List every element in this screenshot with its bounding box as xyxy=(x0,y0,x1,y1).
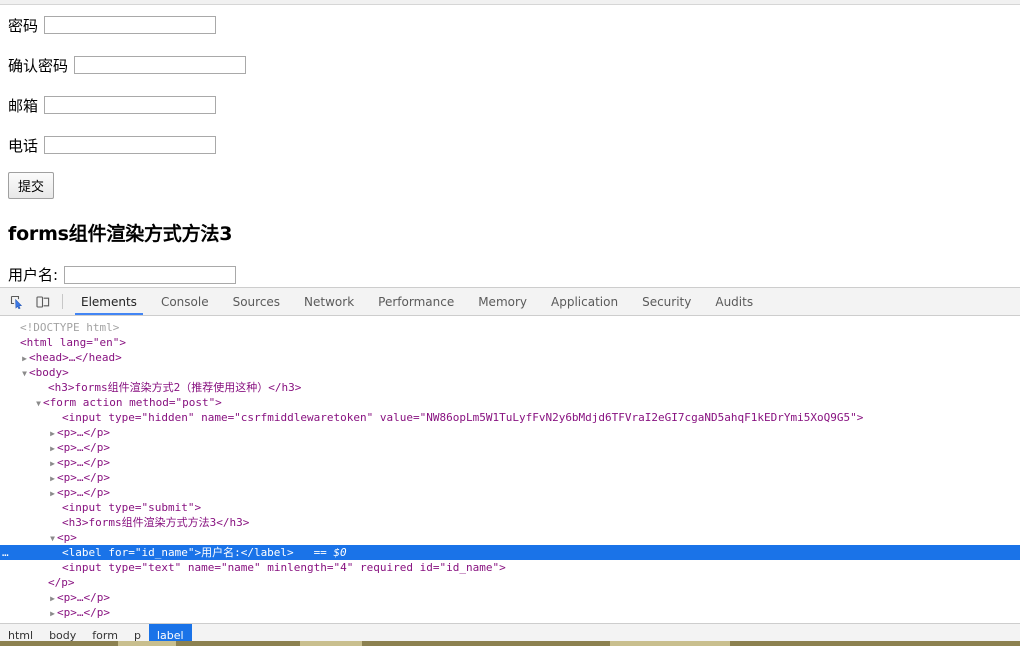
dom-row-p-open[interactable]: ▼ <p> xyxy=(0,530,1020,545)
tab-memory[interactable]: Memory xyxy=(466,288,539,315)
h3-method3-text: <h3>forms组件渲染方式方法3</h3> xyxy=(62,516,250,529)
tab-application[interactable]: Application xyxy=(539,288,630,315)
tab-audits[interactable]: Audits xyxy=(703,288,765,315)
chevron-down-icon[interactable]: ▼ xyxy=(34,396,43,411)
chevron-right-icon[interactable]: ▶ xyxy=(20,351,29,366)
dom-row-p-close[interactable]: </p> xyxy=(0,575,1020,590)
devtools-tab-bar: Elements Console Sources Network Perform… xyxy=(69,288,765,315)
chevron-right-icon[interactable]: ▶ xyxy=(48,456,57,471)
email-field[interactable] xyxy=(44,96,217,114)
label-element-text: <label for="id_name">用户名:</label> xyxy=(62,546,294,559)
dom-row-submit-input[interactable]: <input type="submit"> xyxy=(0,500,1020,515)
dom-row-html-open[interactable]: <html lang="en"> xyxy=(0,335,1020,350)
form-row-email: 邮箱 xyxy=(8,85,1012,125)
os-taskbar-edge xyxy=(0,641,1020,646)
p-close-text: </p> xyxy=(48,576,75,589)
form-open-text: <form action method="post"> xyxy=(43,396,222,409)
dom-row-doctype: <!DOCTYPE html> xyxy=(0,320,1020,335)
submit-row: 提交 xyxy=(8,165,1012,205)
dom-tree-view[interactable]: <!DOCTYPE html> <html lang="en"> ▶ <head>… xyxy=(0,316,1020,623)
form-row-password: 密码 xyxy=(8,5,1012,45)
device-toolbar-icon[interactable] xyxy=(30,288,56,315)
tab-network[interactable]: Network xyxy=(292,288,366,315)
dom-row-p-collapsed[interactable]: ▶ <p>…</p> xyxy=(0,425,1020,440)
chevron-right-icon[interactable]: ▶ xyxy=(48,606,57,621)
chevron-right-icon[interactable]: ▶ xyxy=(48,426,57,441)
dom-row-form-open[interactable]: ▼ <form action method="post"> xyxy=(0,395,1020,410)
dom-row-head[interactable]: ▶ <head>…</head> xyxy=(0,350,1020,365)
selected-node-marker: == $0 xyxy=(313,546,347,559)
dom-row-csrf-input[interactable]: <input type="hidden" name="csrfmiddlewar… xyxy=(0,410,1020,425)
email-label: 邮箱 xyxy=(8,96,39,115)
submit-input-text: <input type="submit"> xyxy=(62,501,202,514)
devtools-toolbar: Elements Console Sources Network Perform… xyxy=(0,288,1020,316)
html-open-text: <html lang="en"> xyxy=(20,336,126,349)
chevron-right-icon[interactable]: ▶ xyxy=(48,591,57,606)
devtools-panel: Elements Console Sources Network Perform… xyxy=(0,287,1020,646)
p-collapsed-text: <p>…</p> xyxy=(57,441,110,454)
dom-row-body-open[interactable]: ▼ <body> xyxy=(0,365,1020,380)
username-field[interactable] xyxy=(64,265,237,284)
dom-row-p-collapsed[interactable]: ▶ <p>…</p> xyxy=(0,455,1020,470)
body-open-text: <body> xyxy=(29,366,69,379)
inspect-element-icon[interactable] xyxy=(4,288,30,315)
rendered-web-page: 密码 确认密码 邮箱 电话 提交 forms组件渲染方式方法3 用户名: xyxy=(0,5,1020,287)
tab-security[interactable]: Security xyxy=(630,288,703,315)
page-heading-method3: forms组件渲染方式方法3 xyxy=(8,223,233,245)
tab-elements[interactable]: Elements xyxy=(69,288,149,315)
submit-button[interactable]: 提交 xyxy=(8,171,55,199)
chevron-down-icon[interactable]: ▼ xyxy=(20,366,29,381)
chevron-right-icon[interactable]: ▶ xyxy=(48,441,57,456)
h3-method2-text: <h3>forms组件渲染方式2（推荐使用这种）</h3> xyxy=(48,381,302,394)
password-field[interactable] xyxy=(44,16,217,34)
p-collapsed-text: <p>…</p> xyxy=(57,591,110,604)
csrf-input-text: <input type="hidden" name="csrfmiddlewar… xyxy=(62,411,864,424)
p-collapsed-text: <p>…</p> xyxy=(57,486,110,499)
dom-row-p-collapsed[interactable]: ▶ <p>…</p> xyxy=(0,590,1020,605)
dom-row-p-collapsed[interactable]: ▶ <p>…</p> xyxy=(0,605,1020,620)
confirm-password-field[interactable] xyxy=(74,56,247,74)
toolbar-divider xyxy=(62,294,63,309)
form-row-phone: 电话 xyxy=(8,125,1012,165)
tab-performance[interactable]: Performance xyxy=(366,288,466,315)
tab-console[interactable]: Console xyxy=(149,288,221,315)
p-open-text: <p> xyxy=(57,531,77,544)
dom-row-h3-method2[interactable]: <h3>forms组件渲染方式2（推荐使用这种）</h3> xyxy=(0,380,1020,395)
confirm-password-label: 确认密码 xyxy=(8,56,69,75)
dom-row-label-selected[interactable]: … <label for="id_name">用户名:</label> == $… xyxy=(0,545,1020,560)
p-collapsed-text: <p>…</p> xyxy=(57,471,110,484)
dom-row-input-name[interactable]: <input type="text" name="name" minlength… xyxy=(0,560,1020,575)
username-label: 用户名: xyxy=(8,266,59,284)
form-row-confirm-password: 确认密码 xyxy=(8,45,1012,85)
p-collapsed-text: <p>…</p> xyxy=(57,456,110,469)
truncation-ellipsis-icon: … xyxy=(2,546,9,559)
phone-field[interactable] xyxy=(44,136,217,154)
p-collapsed-text: <p>…</p> xyxy=(57,426,110,439)
chevron-right-icon[interactable]: ▶ xyxy=(48,471,57,486)
dom-row-h3-method3[interactable]: <h3>forms组件渲染方式方法3</h3> xyxy=(0,515,1020,530)
head-collapsed-text: <head>…</head> xyxy=(29,351,122,364)
password-label: 密码 xyxy=(8,16,39,35)
doctype-text: <!DOCTYPE html> xyxy=(20,321,120,334)
dom-row-p-collapsed[interactable]: ▶ <p>…</p> xyxy=(0,485,1020,500)
form-row-username: 用户名: xyxy=(8,264,1012,285)
phone-label: 电话 xyxy=(8,136,39,155)
dom-row-p-collapsed[interactable]: ▶ <p>…</p> xyxy=(0,440,1020,455)
chevron-right-icon[interactable]: ▶ xyxy=(48,486,57,501)
dom-row-p-collapsed[interactable]: ▶ <p>…</p> xyxy=(0,470,1020,485)
p-collapsed-text: <p>…</p> xyxy=(57,606,110,619)
chevron-down-icon[interactable]: ▼ xyxy=(48,531,57,546)
tab-sources[interactable]: Sources xyxy=(221,288,292,315)
input-name-text: <input type="text" name="name" minlength… xyxy=(62,561,506,574)
